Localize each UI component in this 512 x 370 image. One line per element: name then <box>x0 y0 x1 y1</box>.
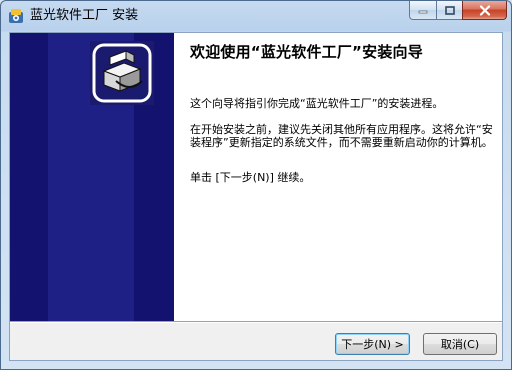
close-button[interactable] <box>462 1 507 20</box>
title-bar[interactable]: 蓝光软件工厂 安装 <box>1 1 511 32</box>
minimize-icon <box>418 10 428 14</box>
welcome-heading: 欢迎使用“蓝光软件工厂”安装向导 <box>190 43 423 61</box>
maximize-icon <box>444 5 455 15</box>
installer-box-icon <box>90 41 154 105</box>
installer-icon <box>9 9 23 23</box>
maximize-button[interactable] <box>436 1 462 20</box>
minimize-button[interactable] <box>409 1 436 20</box>
wizard-banner <box>10 33 174 321</box>
window-title: 蓝光软件工厂 安装 <box>30 8 139 23</box>
next-button[interactable]: 下一步(N) > <box>335 333 410 355</box>
caption-buttons <box>409 1 507 21</box>
cancel-button[interactable]: 取消(C) <box>423 333 497 355</box>
footer-separator <box>10 321 502 323</box>
continue-instruction: 单击 [下一步(N)] 继续。 <box>190 171 311 184</box>
close-apps-text: 在开始安装之前，建议先关闭其他所有应用程序。这将允许“安装程序”更新指定的系统文… <box>190 123 493 149</box>
intro-text: 这个向导将指引你完成“蓝光软件工厂”的安装进程。 <box>190 97 444 110</box>
installer-window: 蓝光软件工厂 安装 欢迎使用“蓝光软件工厂”安装向导 这个向导将指引你完成“蓝光… <box>0 0 512 370</box>
close-icon <box>479 4 490 16</box>
wizard-content: 欢迎使用“蓝光软件工厂”安装向导 这个向导将指引你完成“蓝光软件工厂”的安装进程… <box>174 33 502 321</box>
wizard-client-area: 欢迎使用“蓝光软件工厂”安装向导 这个向导将指引你完成“蓝光软件工厂”的安装进程… <box>9 32 503 361</box>
